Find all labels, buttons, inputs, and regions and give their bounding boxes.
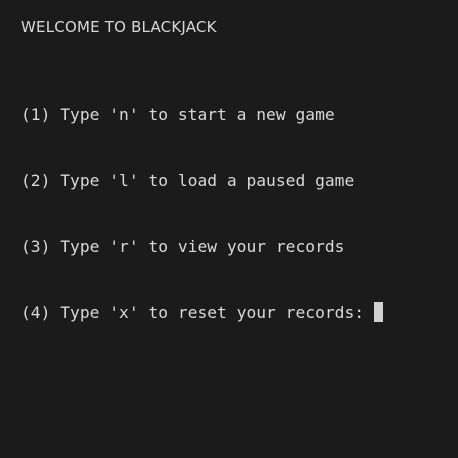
menu-options: (1) Type 'n' to start a new game (2) Typ…: [21, 60, 383, 368]
menu-option-new-game: (1) Type 'n' to start a new game: [21, 104, 383, 126]
menu-option-reset-records[interactable]: (4) Type 'x' to reset your records:: [21, 302, 383, 324]
input-prompt: (4) Type 'x' to reset your records:: [21, 303, 374, 322]
terminal-window[interactable]: WELCOME TO BLACKJACK (1) Type 'n' to sta…: [0, 0, 458, 458]
welcome-title: WELCOME TO BLACKJACK: [21, 18, 217, 36]
text-cursor[interactable]: [373, 302, 383, 322]
menu-option-load-game: (2) Type 'l' to load a paused game: [21, 170, 383, 192]
menu-option-text: (2) Type 'l' to load a paused game: [21, 171, 355, 190]
menu-option-text: (3) Type 'r' to view your records: [21, 237, 345, 256]
menu-option-view-records: (3) Type 'r' to view your records: [21, 236, 383, 258]
menu-option-text: (1) Type 'n' to start a new game: [21, 105, 335, 124]
